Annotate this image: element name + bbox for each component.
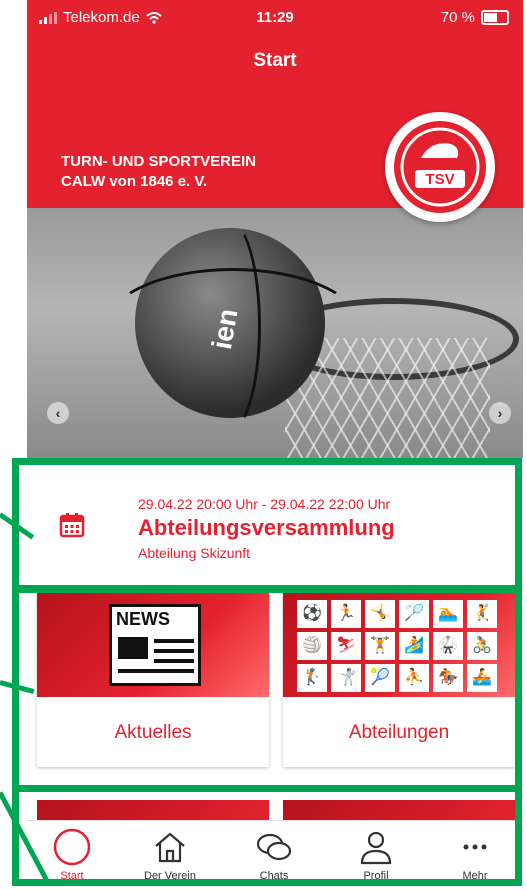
nav-header: Start (27, 36, 523, 88)
club-logo: TSV (385, 112, 495, 222)
carousel-next-button[interactable]: › (489, 402, 511, 424)
battery-icon (481, 10, 509, 25)
club-name-line1: TURN- UND SPORTVEREIN (61, 153, 257, 170)
page-title: Start (253, 50, 297, 71)
annotation-tiles-box (12, 586, 522, 792)
battery-level (484, 13, 497, 22)
logo-text: TSV (425, 171, 454, 188)
carousel-prev-button[interactable]: ‹ (47, 402, 69, 424)
battery: 70 % (441, 9, 509, 26)
battery-percent: 70 % (440, 9, 475, 26)
club-name-line2: CALW von 1846 e. V. (61, 173, 208, 190)
club-name: TURN- UND SPORTVEREIN CALW von 1846 e. V… (61, 152, 256, 192)
annotation-event-box (12, 458, 522, 592)
status-bar: Telekom.de 11:29 70 % (27, 0, 523, 36)
hero-carousel[interactable]: TURN- UND SPORTVEREIN CALW von 1846 e. V… (27, 88, 523, 458)
